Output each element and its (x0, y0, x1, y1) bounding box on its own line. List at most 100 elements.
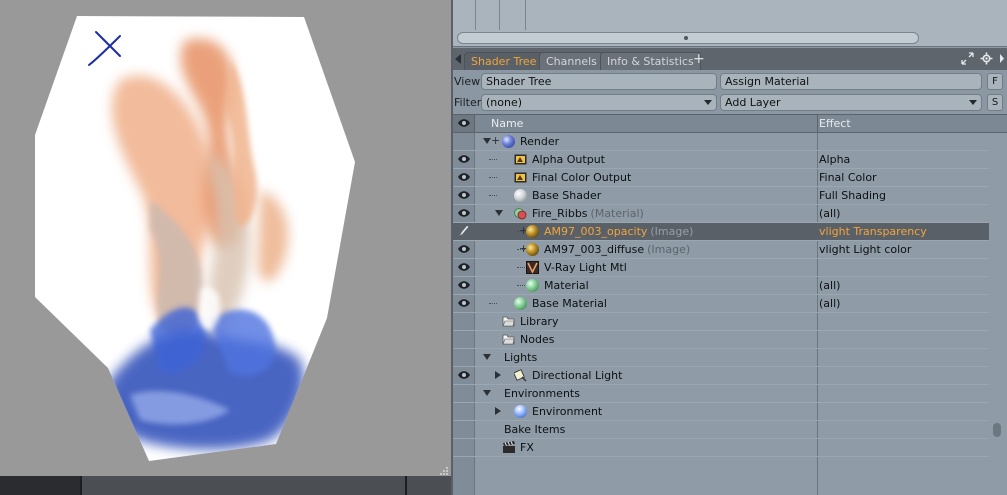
item-label: Alpha Output (532, 153, 605, 166)
scrollbar-thumb[interactable] (684, 36, 688, 40)
upper-list-area[interactable] (453, 0, 1007, 47)
scrollbar-thumb[interactable] (993, 423, 1001, 437)
tree-row[interactable]: Lights (453, 349, 989, 367)
tree-row[interactable]: + AM97_003_diffuse (Image) vlight Light col… (453, 241, 989, 259)
material-sphere-icon (514, 297, 527, 310)
tab-info-statistics[interactable]: Info & Statistics (600, 52, 701, 70)
tree-row[interactable]: Alpha Output Alpha (453, 151, 989, 169)
shader-tree-panel: Shader Tree Channels Info & Statistics +… (451, 0, 1007, 495)
filter-toggle-button[interactable]: F (987, 73, 1003, 90)
environment-sphere-icon (514, 405, 527, 418)
eye-icon[interactable] (457, 370, 471, 380)
eye-icon[interactable] (457, 262, 471, 272)
column-divider[interactable] (817, 115, 818, 132)
tree-row-name: Directional Light (532, 369, 622, 382)
settings-toggle-button[interactable]: S (987, 94, 1003, 111)
tree-row[interactable]: Base Material (all) (453, 295, 989, 313)
shader-sphere-icon (514, 189, 527, 202)
eye-icon[interactable] (457, 172, 471, 182)
add-tab-button[interactable]: + (693, 51, 705, 67)
3d-viewport[interactable] (0, 0, 451, 476)
tree-row[interactable]: Nodes (453, 331, 989, 349)
collapse-arrow-icon[interactable] (483, 138, 491, 144)
tree-connector (489, 195, 497, 196)
tree-connector (517, 267, 525, 268)
vray-material-icon (526, 261, 539, 274)
maximize-panel-icon[interactable] (961, 52, 974, 65)
tree-row[interactable]: Library (453, 313, 989, 331)
tree-column-header: Name Effect (453, 114, 1007, 133)
filter-row: Filter (none) Add Layer S (453, 92, 1007, 113)
filter-dropdown[interactable]: (none) (481, 94, 717, 111)
paint-brush-icon[interactable] (457, 226, 471, 236)
expand-arrow-icon[interactable] (495, 371, 501, 379)
expand-arrow-icon[interactable] (495, 407, 501, 415)
tree-row[interactable]: Bake Items (453, 421, 989, 439)
tab-channels[interactable]: Channels (539, 52, 604, 70)
vertical-scrollbar[interactable] (989, 133, 1007, 495)
tree-row-name: Base Shader (532, 189, 601, 202)
item-label: AM97_003_diffuse (544, 243, 645, 256)
assign-material-button[interactable]: Assign Material (720, 73, 982, 90)
directional-light-icon (513, 369, 527, 382)
tree-row[interactable]: + AM97_003_opacity (Image) vlight Transpare… (453, 223, 989, 241)
tree-row[interactable]: V-Ray Light Mtl (453, 259, 989, 277)
eye-icon[interactable] (457, 244, 471, 254)
collapse-arrow-icon[interactable] (483, 390, 491, 396)
eye-icon[interactable] (457, 208, 471, 218)
tree-row-name: Library (520, 315, 558, 328)
panel-menu-arrow-icon[interactable] (999, 52, 1005, 65)
viewport-bottom-strip (0, 476, 80, 495)
tree-row[interactable]: Final Color Output Final Color (453, 169, 989, 187)
eye-icon[interactable] (457, 280, 471, 290)
view-row: View Shader Tree Assign Material F (453, 71, 1007, 92)
fire-preview-card (35, 16, 355, 461)
tree-row-name: AM97_003_diffuse (Image) (544, 243, 690, 256)
add-layer-label: Add Layer (725, 96, 781, 109)
horizontal-scrollbar[interactable] (457, 32, 919, 44)
visibility-column-header[interactable] (453, 115, 475, 132)
divider (80, 476, 82, 495)
tree-row[interactable]: Material (all) (453, 277, 989, 295)
tree-row[interactable]: Fire_Ribbs (Material) (all) (453, 205, 989, 223)
item-label: Nodes (520, 333, 555, 346)
render-sphere-icon (502, 135, 515, 148)
tree-row-name: Environments (504, 387, 580, 400)
item-label: Fire_Ribbs (532, 207, 588, 220)
tree-row-effect: Alpha (819, 153, 851, 166)
eye-icon[interactable] (457, 298, 471, 308)
tree-row[interactable]: Base Shader Full Shading (453, 187, 989, 205)
item-label: Bake Items (504, 423, 566, 436)
view-dropdown[interactable]: Shader Tree (481, 73, 717, 90)
tree-row[interactable]: Environment (453, 403, 989, 421)
tree-row[interactable]: Environments (453, 385, 989, 403)
expand-plus-icon[interactable]: + (491, 134, 500, 147)
resize-grip-icon[interactable] (440, 466, 449, 475)
effect-column-header[interactable]: Effect (819, 117, 851, 130)
item-label: Base Material (532, 297, 607, 310)
eye-icon[interactable] (457, 190, 471, 200)
tree-connector (517, 285, 525, 286)
tree-row-name: Fire_Ribbs (Material) (532, 207, 644, 220)
item-label: Environments (504, 387, 580, 400)
tree-row-name: Bake Items (504, 423, 565, 436)
tree-row[interactable]: + Render (453, 133, 989, 151)
tree-row-effect: (all) (819, 279, 841, 292)
clapperboard-icon (502, 441, 515, 454)
tree-row[interactable]: FX (453, 439, 989, 457)
shader-tree[interactable]: + Render Alpha Output Alpha Final Color Outp… (453, 133, 1007, 495)
tab-shader-tree[interactable]: Shader Tree (464, 52, 544, 70)
panel-settings-icon[interactable] (980, 52, 993, 65)
tree-row-name: FX (520, 441, 534, 454)
eye-icon[interactable] (457, 154, 471, 164)
tree-row-effect: (all) (819, 207, 841, 220)
item-label: V-Ray Light Mtl (544, 261, 627, 274)
name-column-header[interactable]: Name (491, 117, 523, 130)
eye-icon (458, 119, 470, 127)
collapse-arrow-icon[interactable] (495, 210, 503, 216)
tree-row-effect: (all) (819, 297, 841, 310)
tab-scroll-left-icon[interactable] (455, 54, 461, 64)
tree-row[interactable]: Directional Light (453, 367, 989, 385)
add-layer-dropdown[interactable]: Add Layer (720, 94, 982, 111)
collapse-arrow-icon[interactable] (483, 354, 491, 360)
